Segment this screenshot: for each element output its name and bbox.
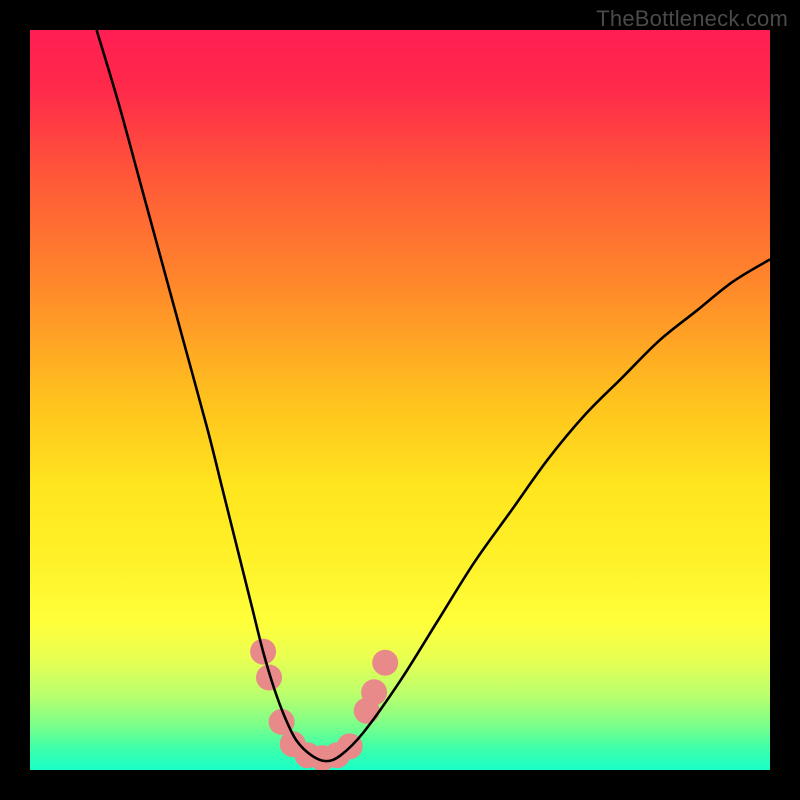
watermark-text: TheBottleneck.com <box>596 6 788 32</box>
highlight-marker <box>361 679 387 705</box>
highlight-marker <box>372 650 398 676</box>
chart-frame: TheBottleneck.com <box>0 0 800 800</box>
gradient-background <box>30 30 770 770</box>
plot-area <box>30 30 770 770</box>
chart-svg <box>30 30 770 770</box>
